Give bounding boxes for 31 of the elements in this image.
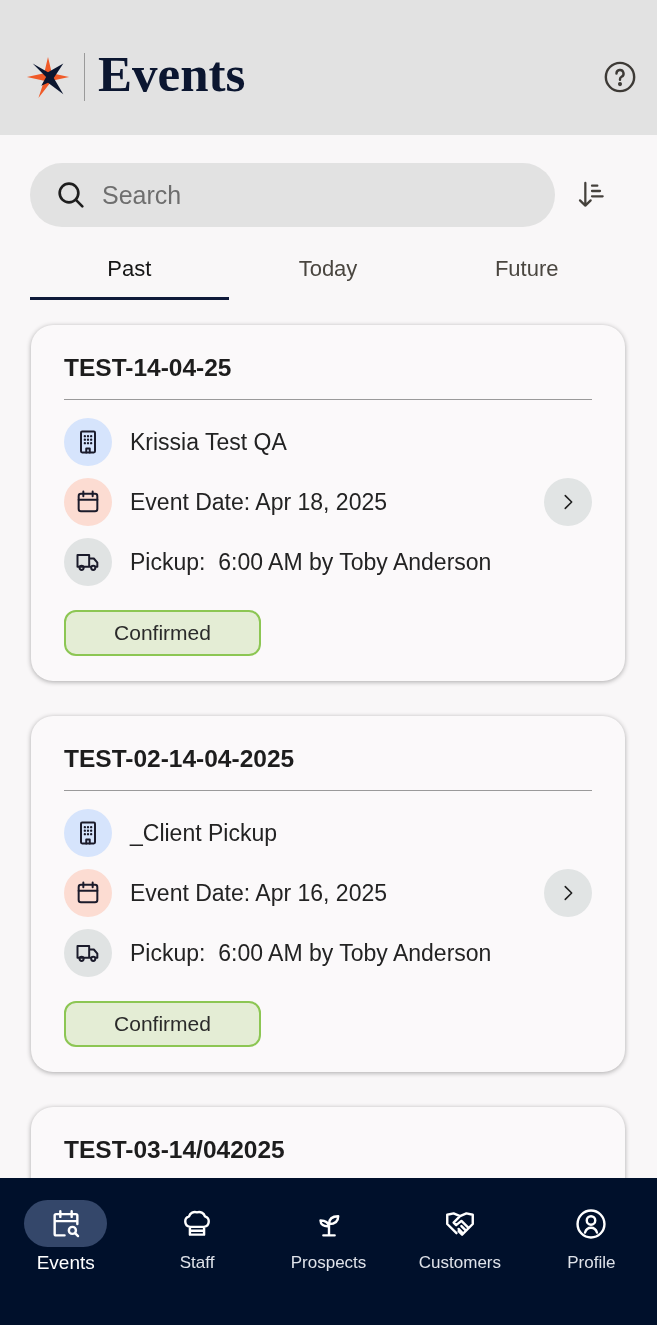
client-name: Krissia Test QA	[130, 427, 287, 457]
nav-tab[interactable]: Staff	[131, 1200, 263, 1284]
building-icon	[64, 418, 112, 466]
tab[interactable]: Past	[30, 245, 229, 300]
pickup-info: Pickup: 6:00 AM by Toby Anderson	[130, 938, 492, 968]
event-title: TEST-14-04-25	[64, 353, 233, 383]
nav-tab[interactable]: Events	[0, 1200, 132, 1284]
nav-tab[interactable]: Profile	[525, 1200, 657, 1284]
event-date: Event Date: Apr 18, 2025	[130, 487, 387, 517]
calendar-icon	[64, 478, 112, 526]
event-title: TEST-02-14-04-2025	[64, 744, 296, 774]
search-field[interactable]: Search	[30, 163, 555, 227]
building-icon	[64, 809, 112, 857]
profile-icon	[574, 1206, 609, 1241]
truck-icon	[64, 538, 112, 586]
calendar-icon	[64, 869, 112, 917]
page-title: Events	[98, 49, 246, 100]
nav-tab[interactable]: Prospects	[262, 1200, 395, 1284]
tab[interactable]: Today	[228, 245, 428, 300]
event-date: Event Date: Apr 16, 2025	[130, 878, 387, 908]
client-name: _Client Pickup	[130, 818, 278, 848]
pickup-info: Pickup: 6:00 AM by Toby Anderson	[130, 547, 492, 577]
help-icon	[603, 59, 637, 94]
tab[interactable]: Future	[427, 245, 626, 300]
help-button[interactable]	[603, 59, 637, 94]
status-tag: Confirmed	[64, 1001, 261, 1047]
status-tag: Confirmed	[64, 610, 261, 656]
nav-tab[interactable]: Customers	[394, 1200, 526, 1284]
search-icon	[55, 179, 87, 211]
event-title: TEST-03-14/042025	[64, 1135, 286, 1165]
truck-icon	[64, 929, 112, 977]
